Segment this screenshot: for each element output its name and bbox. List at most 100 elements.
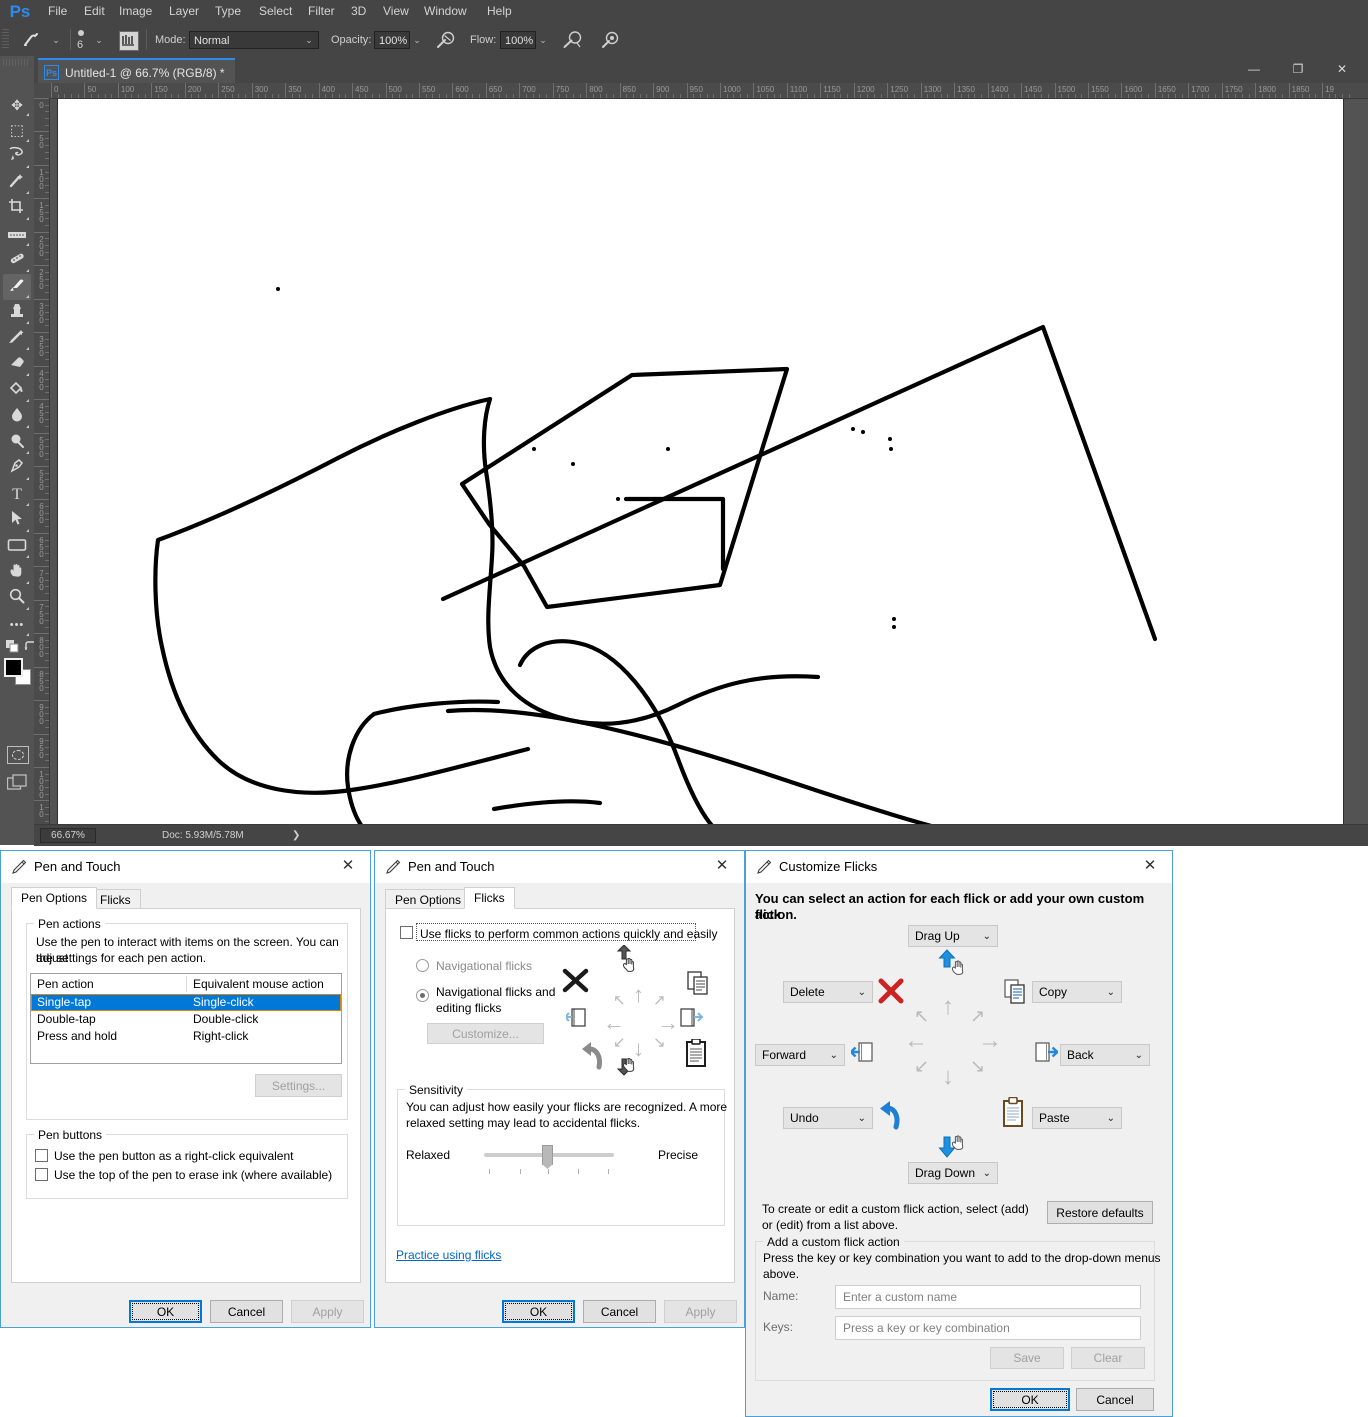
tool-rectangle-shape[interactable] [3, 534, 31, 560]
tool-edit-toolbar[interactable]: ••• [3, 612, 31, 638]
menu-3d[interactable]: 3D [345, 3, 372, 20]
dialog2-title-bar[interactable]: Pen and Touch ✕ [375, 851, 744, 883]
tab-pen-options[interactable]: Pen Options [11, 887, 98, 909]
checkbox-pen-top-erase[interactable] [35, 1168, 48, 1181]
dialog3-close-button[interactable]: ✕ [1128, 851, 1172, 881]
tool-crop[interactable] [3, 196, 31, 222]
tool-paint-bucket[interactable] [3, 378, 31, 404]
dialog1-ok-button[interactable]: OK [129, 1300, 202, 1323]
tool-horizontal-type[interactable]: T [3, 482, 31, 508]
canvas-area[interactable] [50, 99, 1368, 845]
pressure-size-icon[interactable] [601, 31, 620, 52]
flow-chevron-icon[interactable]: ⌄ [537, 32, 549, 48]
dropdown-forward[interactable]: Forward ⌄ [755, 1044, 845, 1066]
screen-mode-icon[interactable] [6, 774, 29, 795]
tool-spot-healing-brush[interactable] [3, 248, 31, 274]
dropdown-drag-up[interactable]: Drag Up ⌄ [908, 925, 998, 947]
customize-button[interactable]: Customize... [427, 1023, 544, 1044]
table-row[interactable]: Single-tap Single-click [31, 994, 341, 1011]
menu-select[interactable]: Select [253, 3, 298, 20]
checkbox-pen-button-right-click[interactable] [35, 1149, 48, 1162]
column-pen-action[interactable]: Pen action [31, 974, 192, 994]
menu-type[interactable]: Type [209, 3, 247, 20]
tool-hand[interactable] [3, 560, 31, 586]
dropdown-back[interactable]: Back ⌄ [1060, 1044, 1150, 1066]
tool-eyedropper[interactable] [3, 222, 31, 248]
custom-keys-input[interactable]: Press a key or key combination [835, 1316, 1141, 1340]
dropdown-drag-down[interactable]: Drag Down ⌄ [908, 1162, 998, 1184]
menu-file[interactable]: File [42, 3, 73, 20]
tool-dodge[interactable] [3, 430, 31, 456]
tool-history-brush[interactable] [3, 326, 31, 352]
menu-layer[interactable]: Layer [163, 3, 205, 20]
blend-mode-select[interactable]: Normal [189, 31, 319, 49]
table-row[interactable]: Double-tap Double-click [31, 1011, 341, 1028]
dropdown-copy[interactable]: Copy ⌄ [1032, 981, 1122, 1003]
dialog1-apply-button[interactable]: Apply [291, 1300, 364, 1323]
tab-flicks[interactable]: Flicks [90, 889, 141, 909]
tools-panel-grip[interactable] [3, 59, 29, 66]
tool-clone-stamp[interactable] [3, 300, 31, 326]
tool-magic-wand[interactable] [3, 170, 31, 196]
window-maximize-button[interactable]: ❐ [1276, 58, 1320, 81]
sensitivity-slider-thumb[interactable] [542, 1145, 553, 1169]
dialog2-ok-button[interactable]: OK [502, 1300, 575, 1323]
tool-move[interactable]: ✥ [3, 92, 31, 118]
opacity-input[interactable]: 100% [374, 31, 410, 49]
canvas-artboard[interactable] [58, 99, 1343, 845]
tool-eraser[interactable] [3, 352, 31, 378]
menu-help[interactable]: Help [481, 3, 518, 20]
dialog3-ok-button[interactable]: OK [990, 1388, 1070, 1411]
options-bar-grip[interactable] [2, 29, 9, 49]
window-close-button[interactable]: ✕ [1320, 58, 1364, 81]
dialog1-close-button[interactable]: ✕ [326, 851, 370, 881]
vertical-ruler[interactable]: 0 50 100 150 200 250 300 350 400 450 500 550 600 650 7… [34, 98, 50, 845]
tab-flicks[interactable]: Flicks [464, 887, 515, 909]
tab-pen-options[interactable]: Pen Options [385, 889, 472, 909]
custom-name-input[interactable]: Enter a custom name [835, 1285, 1141, 1309]
tool-rectangular-marquee[interactable]: ⬚ [3, 118, 31, 144]
foreground-color-swatch[interactable] [4, 658, 31, 685]
tool-blur[interactable] [3, 404, 31, 430]
document-tab[interactable]: Ps Untitled-1 @ 66.7% (RGB/8) * [38, 58, 235, 85]
opacity-chevron-icon[interactable]: ⌄ [411, 32, 423, 48]
pen-actions-listview[interactable]: Pen action Equivalent mouse action Singl… [30, 973, 342, 1064]
default-colors-icon[interactable] [6, 640, 22, 657]
radio-navigational-and-editing-flicks[interactable] [416, 989, 429, 1002]
menu-window[interactable]: Window [418, 3, 473, 20]
tool-path-selection[interactable] [3, 508, 31, 534]
dropdown-undo[interactable]: Undo ⌄ [783, 1107, 873, 1129]
menu-edit[interactable]: Edit [78, 3, 111, 20]
airbrush-icon[interactable] [563, 31, 582, 52]
clear-custom-flick-button[interactable]: Clear [1071, 1347, 1145, 1369]
menu-image[interactable]: Image [113, 3, 158, 20]
brush-preset-chevron-icon[interactable]: ⌄ [50, 32, 62, 48]
status-expand-arrow-icon[interactable]: ❯ [292, 828, 300, 843]
tool-zoom[interactable] [3, 586, 31, 612]
zoom-level-input[interactable]: 66.67% [40, 828, 96, 843]
dialog2-apply-button[interactable]: Apply [664, 1300, 737, 1323]
radio-navigational-flicks[interactable] [416, 959, 429, 972]
restore-defaults-button[interactable]: Restore defaults [1047, 1201, 1153, 1224]
dialog2-cancel-button[interactable]: Cancel [583, 1300, 656, 1323]
checkbox-use-flicks[interactable] [400, 926, 413, 939]
quick-mask-mode-icon[interactable] [7, 746, 29, 764]
settings-button[interactable]: Settings... [255, 1074, 342, 1097]
horizontal-ruler[interactable]: 0 50 100 150 200 250 300 350 400 450 500 550 600 650 7… [34, 83, 1368, 99]
brush-size-chevron-icon[interactable]: ⌄ [93, 32, 105, 48]
dialog3-title-bar[interactable]: Customize Flicks ✕ [746, 851, 1172, 883]
blend-mode-chevron-icon[interactable]: ⌄ [303, 32, 315, 48]
table-row[interactable]: Press and hold Right-click [31, 1028, 341, 1045]
menu-view[interactable]: View [377, 3, 415, 20]
pressure-opacity-icon[interactable] [436, 31, 455, 52]
dialog3-cancel-button[interactable]: Cancel [1076, 1388, 1154, 1411]
brush-panel-toggle-icon[interactable] [119, 31, 139, 51]
dropdown-delete[interactable]: Delete ⌄ [783, 981, 873, 1003]
dialog1-title-bar[interactable]: Pen and Touch ✕ [1, 851, 370, 883]
practice-using-flicks-link[interactable]: Practice using flicks [396, 1248, 501, 1262]
tool-brush[interactable] [3, 274, 31, 300]
flow-input[interactable]: 100% [500, 31, 536, 49]
dropdown-paste[interactable]: Paste ⌄ [1032, 1107, 1122, 1129]
window-minimize-button[interactable]: — [1232, 58, 1276, 81]
column-equivalent-mouse-action[interactable]: Equivalent mouse action [187, 974, 348, 994]
